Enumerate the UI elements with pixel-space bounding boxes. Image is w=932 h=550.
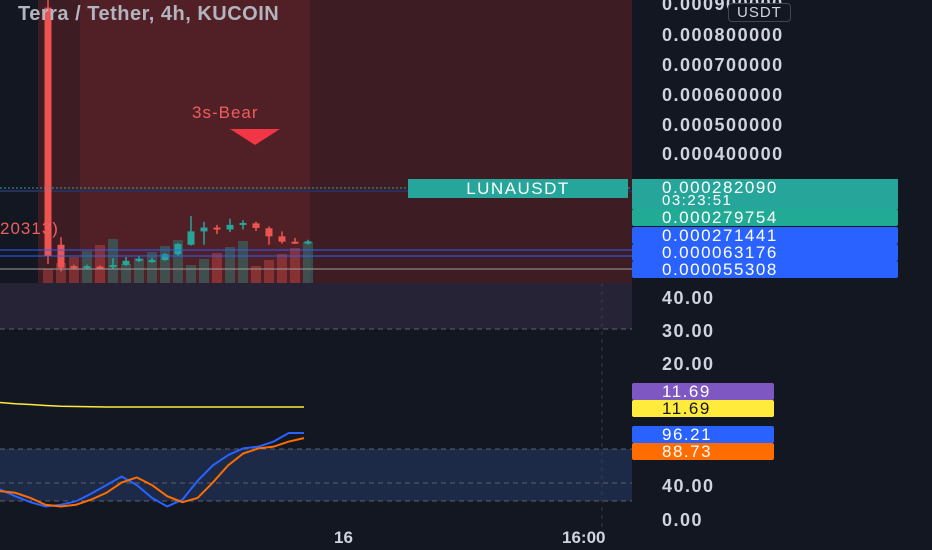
price-tick: 0.000800000 bbox=[662, 25, 784, 45]
candle-body bbox=[96, 266, 104, 269]
volume-bar bbox=[303, 242, 313, 283]
symbol-tag: LUNAUSDT bbox=[408, 179, 628, 198]
adx-value-tag-yellow: 11.69 bbox=[632, 400, 774, 417]
candle-body bbox=[252, 223, 260, 228]
price-tick: 0.000400000 bbox=[662, 144, 784, 164]
candle-body bbox=[304, 241, 312, 244]
pattern-partial-label: 20313) bbox=[0, 219, 59, 238]
indicator-tick: 40.00 bbox=[662, 288, 715, 308]
stoch-band bbox=[0, 449, 632, 501]
volume-bar bbox=[264, 260, 274, 283]
volume-bar bbox=[43, 269, 53, 283]
currency-selector[interactable]: USDT bbox=[728, 3, 791, 22]
volume-bar bbox=[225, 247, 235, 283]
level-tag: 0.000279754 bbox=[632, 209, 898, 226]
time-tick-16: 16 bbox=[334, 528, 353, 547]
candle-body bbox=[265, 228, 273, 237]
candle-body bbox=[109, 265, 117, 268]
time-axis[interactable]: 16 16:00 bbox=[0, 528, 632, 550]
volume-bar bbox=[238, 241, 248, 283]
adx-value-tag: 11.69 bbox=[632, 383, 774, 400]
volume-bar bbox=[290, 248, 300, 283]
volume-bar bbox=[95, 245, 105, 283]
price-axis[interactable]: 0.000900000 USDT 0.000800000 0.000700000… bbox=[632, 0, 932, 550]
adx-line bbox=[0, 401, 304, 408]
candle-body bbox=[278, 236, 286, 242]
indicator-tick: 40.00 bbox=[662, 476, 715, 496]
indicator-pane[interactable] bbox=[0, 283, 632, 528]
price-chart-pane[interactable]: Terra / Tether, 4h, KUCOIN 3s-Bear 20313… bbox=[0, 0, 632, 283]
candle-body bbox=[148, 260, 156, 263]
indicator-tick: 0.00 bbox=[662, 510, 704, 530]
indicator-tick: 20.00 bbox=[662, 354, 715, 374]
candle-body bbox=[226, 224, 234, 230]
price-tick: 0.000700000 bbox=[662, 55, 784, 75]
volume-bar bbox=[212, 253, 222, 283]
candle-body bbox=[187, 231, 195, 245]
volume-bar bbox=[160, 246, 170, 283]
indicator-band-top bbox=[0, 283, 632, 329]
candle-body bbox=[135, 258, 143, 261]
candle-body bbox=[83, 266, 91, 269]
level-tag: 0.000063176 bbox=[632, 244, 898, 261]
candle-body bbox=[239, 222, 247, 225]
bar-countdown: 03:23:51 bbox=[662, 192, 733, 209]
candle-body bbox=[161, 254, 169, 261]
indicator-tick: 30.00 bbox=[662, 321, 715, 341]
candle-body bbox=[174, 243, 182, 255]
price-tick: 0.000500000 bbox=[662, 115, 784, 135]
last-price-tag: 0.000282090 03:23:51 bbox=[632, 179, 898, 209]
time-tick-1600: 16:00 bbox=[562, 528, 606, 547]
volume-bar bbox=[199, 259, 209, 283]
price-chart[interactable] bbox=[0, 0, 632, 283]
candle-body bbox=[291, 241, 299, 244]
candle-body bbox=[200, 227, 208, 232]
chart-title: Terra / Tether, 4h, KUCOIN bbox=[18, 3, 280, 25]
pattern-label: 3s-Bear bbox=[192, 103, 259, 122]
volume-bar bbox=[186, 265, 196, 283]
stoch-k-tag: 96.21 bbox=[632, 426, 774, 443]
pattern-down-arrow-icon bbox=[230, 129, 280, 145]
indicator-chart[interactable] bbox=[0, 283, 632, 528]
level-tag: 0.000271441 bbox=[632, 227, 898, 244]
candle-body bbox=[70, 266, 78, 269]
volume-bar bbox=[121, 264, 131, 283]
stoch-d-tag: 88.73 bbox=[632, 443, 774, 460]
volume-bar bbox=[69, 257, 79, 283]
candle-body bbox=[122, 260, 130, 266]
level-tag: 0.000055308 bbox=[632, 261, 898, 278]
volume-bar bbox=[147, 252, 157, 283]
price-tick: 0.000600000 bbox=[662, 85, 784, 105]
candle-body bbox=[213, 227, 221, 230]
